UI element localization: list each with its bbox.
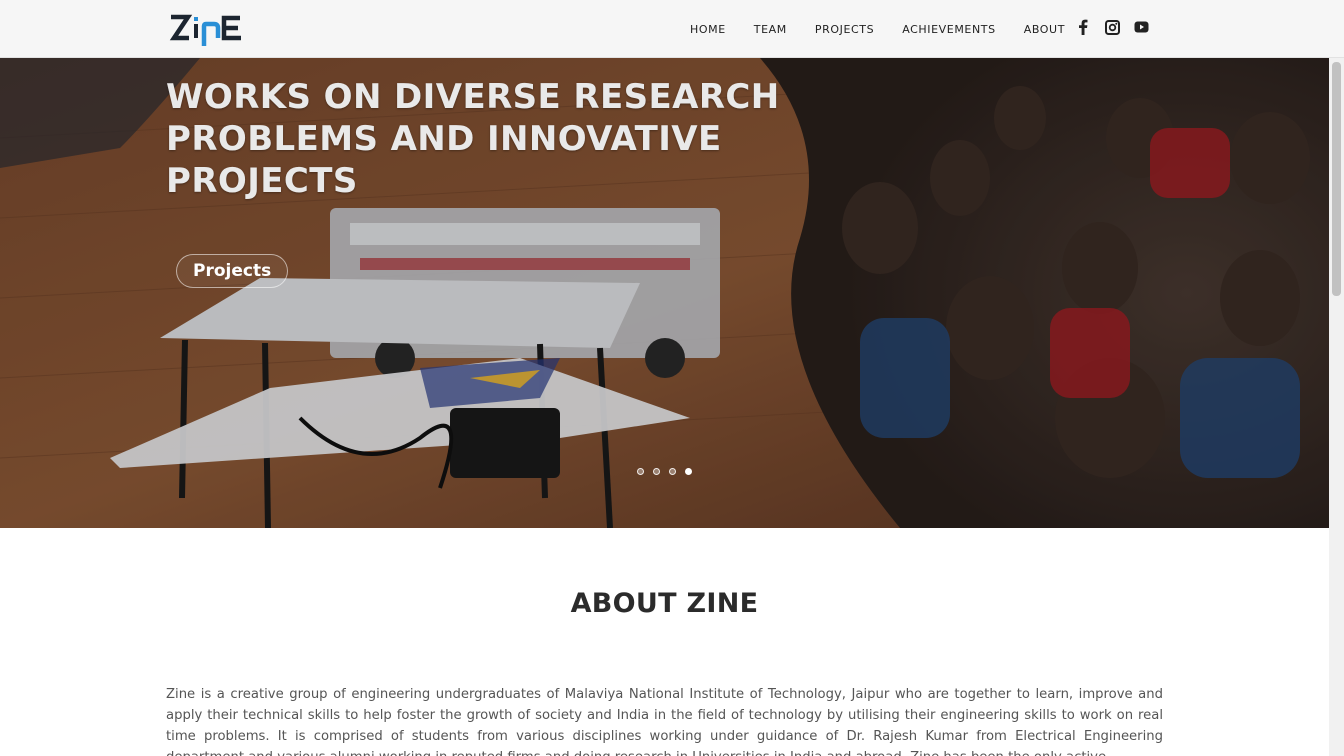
slider-dot-1[interactable] bbox=[637, 468, 644, 475]
slider-dot-4[interactable] bbox=[685, 468, 692, 475]
scrollbar-thumb[interactable] bbox=[1332, 62, 1341, 296]
nav-achievements[interactable]: ACHIEVEMENTS bbox=[902, 23, 996, 36]
site-header: HOME TEAM PROJECTS ACHIEVEMENTS ABOUT bbox=[0, 0, 1344, 58]
hero-title: WORKS ON DIVERSE RESEARCH PROBLEMS AND I… bbox=[166, 77, 780, 201]
page-scrollbar[interactable] bbox=[1329, 58, 1344, 756]
zine-logo[interactable] bbox=[168, 12, 248, 48]
nav-home[interactable]: HOME bbox=[690, 23, 726, 36]
nav-about[interactable]: ABOUT bbox=[1024, 23, 1065, 36]
about-paragraph: Zine is a creative group of engineering … bbox=[166, 687, 1163, 756]
nav-projects[interactable]: PROJECTS bbox=[815, 23, 874, 36]
hero-slider: WORKS ON DIVERSE RESEARCH PROBLEMS AND I… bbox=[0, 58, 1329, 528]
about-heading: ABOUT ZINE bbox=[570, 588, 759, 619]
facebook-icon[interactable] bbox=[1074, 18, 1092, 36]
social-links bbox=[1074, 18, 1161, 36]
instagram-icon[interactable] bbox=[1103, 18, 1121, 36]
main-nav: HOME TEAM PROJECTS ACHIEVEMENTS ABOUT bbox=[690, 0, 1093, 58]
nav-team[interactable]: TEAM bbox=[754, 23, 787, 36]
slider-dot-2[interactable] bbox=[653, 468, 660, 475]
projects-button[interactable]: Projects bbox=[176, 254, 289, 288]
slider-dot-3[interactable] bbox=[669, 468, 676, 475]
slider-dots bbox=[637, 468, 701, 475]
youtube-icon[interactable] bbox=[1132, 18, 1150, 36]
